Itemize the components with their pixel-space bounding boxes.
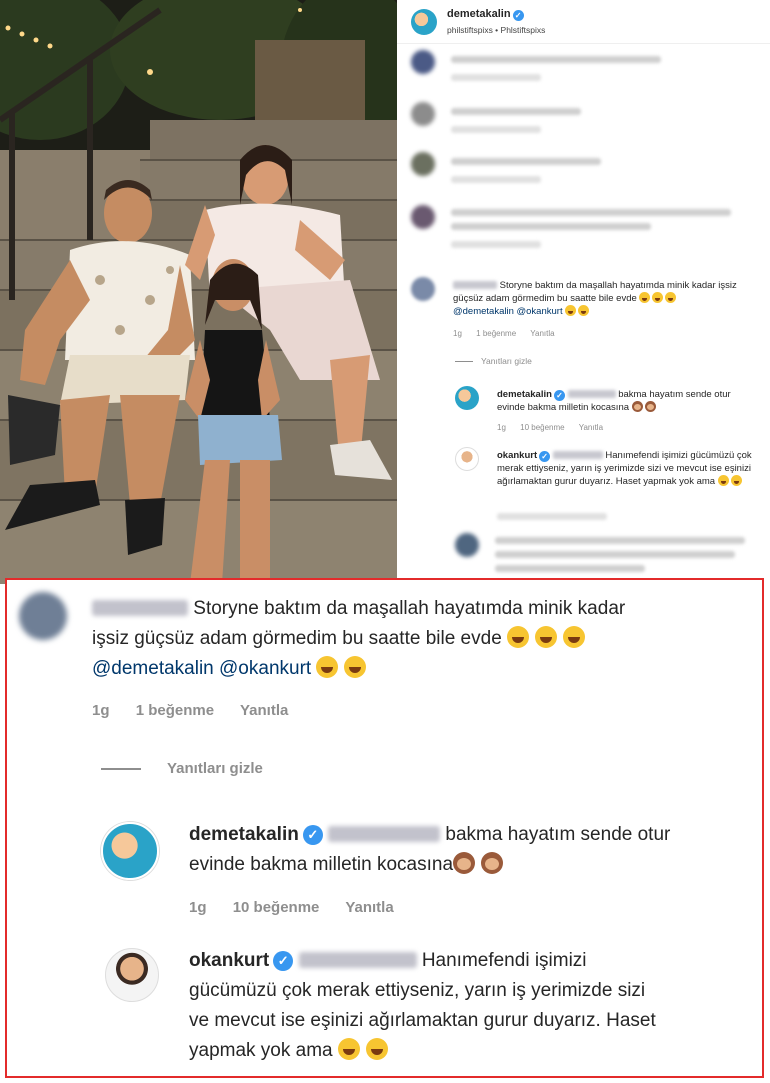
reply-text: okankurt ✓ Hanımefendi işimizi gücümüzü ç… bbox=[189, 950, 656, 1061]
header-username[interactable]: demetakalin ✓ bbox=[447, 8, 524, 21]
comment-time: 1g bbox=[453, 329, 462, 338]
reply: demetakalin ✓ bakma hayatım sende otur ev… bbox=[7, 810, 762, 920]
avatar[interactable] bbox=[411, 277, 435, 301]
avatar[interactable] bbox=[455, 447, 479, 471]
comment-time: 1g bbox=[92, 702, 110, 719]
header-subtitle: philstiftspixs • Phlstiftspixs bbox=[447, 25, 546, 35]
like-count[interactable]: 1 beğenme bbox=[136, 702, 214, 719]
blurred-comment bbox=[455, 533, 755, 581]
hide-replies-button[interactable]: Yanıtları gizle bbox=[455, 356, 532, 366]
reply-username[interactable]: demetakalin bbox=[189, 824, 299, 845]
reply: okankurt ✓ Hanımefendi işimizi gücümüzü ç… bbox=[455, 447, 760, 527]
reply-button[interactable]: Yanıtla bbox=[530, 329, 554, 338]
comment-text: Storyne baktım da maşallah hayatımda min… bbox=[453, 280, 737, 317]
blurred-comment bbox=[411, 102, 751, 142]
avatar[interactable] bbox=[105, 948, 159, 1002]
avatar[interactable] bbox=[101, 822, 159, 880]
reply-username[interactable]: okankurt bbox=[189, 950, 269, 971]
instagram-comments-panel: demetakalin ✓ philstiftspixs • Phlstiftsp… bbox=[397, 0, 770, 584]
blurred-comment bbox=[411, 152, 751, 192]
like-count[interactable]: 1 beğenme bbox=[476, 329, 516, 338]
reply-text: demetakalin ✓ bakma hayatım sende otur ev… bbox=[497, 389, 731, 413]
post-photo bbox=[0, 0, 397, 584]
verified-badge-icon: ✓ bbox=[273, 951, 294, 971]
post-header: demetakalin ✓ philstiftspixs • Phlstiftsp… bbox=[397, 0, 770, 44]
like-count[interactable]: 10 beğenme bbox=[233, 899, 320, 916]
comment-text: Storyne baktım da maşallah hayatımda min… bbox=[92, 598, 626, 679]
blurred-comment bbox=[411, 205, 751, 257]
avatar[interactable] bbox=[455, 386, 479, 410]
reply: okankurt ✓ Hanımefendi işimizi gücümüzü ç… bbox=[7, 940, 762, 1075]
comment-meta: 1g 1 beğenme Yanıtla bbox=[92, 702, 310, 719]
reply-time: 1g bbox=[189, 899, 207, 916]
reply-button[interactable]: Yanıtla bbox=[579, 423, 603, 432]
reply: demetakalin ✓ bakma hayatım sende otur ev… bbox=[455, 386, 760, 436]
verified-badge-icon: ✓ bbox=[512, 10, 524, 21]
blurred-comment bbox=[411, 50, 751, 90]
zoomed-comments-highlight: Storyne baktım da maşallah hayatımda min… bbox=[5, 578, 764, 1078]
comment: Storyne baktım da maşallah hayatımda min… bbox=[7, 580, 762, 730]
hide-replies-button[interactable]: Yanıtları gizle bbox=[101, 760, 263, 777]
comment: Storyne baktım da maşallah hayatımda min… bbox=[411, 277, 756, 347]
reply-meta: 1g 10 beğenme Yanıtla bbox=[189, 899, 416, 916]
reply-button[interactable]: Yanıtla bbox=[345, 899, 393, 916]
mentions[interactable]: @demetakalin @okankurt bbox=[453, 306, 563, 317]
verified-badge-icon: ✓ bbox=[553, 390, 565, 401]
family-photo-illustration bbox=[0, 0, 397, 584]
reply-text: demetakalin ✓ bakma hayatım sende otur ev… bbox=[189, 824, 671, 875]
reply-button[interactable]: Yanıtla bbox=[240, 702, 288, 719]
reply-meta: 1g 10 beğenme Yanıtla bbox=[497, 423, 604, 432]
verified-badge-icon: ✓ bbox=[302, 825, 323, 845]
verified-badge-icon: ✓ bbox=[539, 451, 551, 462]
avatar[interactable] bbox=[19, 592, 67, 640]
reply-text: okankurt ✓ Hanımefendi işimizi gücümüzü ç… bbox=[497, 450, 752, 487]
like-count[interactable]: 10 beğenme bbox=[520, 423, 564, 432]
comment-meta: 1g 1 beğenme Yanıtla bbox=[453, 329, 567, 338]
mentions[interactable]: @demetakalin @okankurt bbox=[92, 658, 311, 679]
avatar[interactable] bbox=[411, 9, 437, 35]
